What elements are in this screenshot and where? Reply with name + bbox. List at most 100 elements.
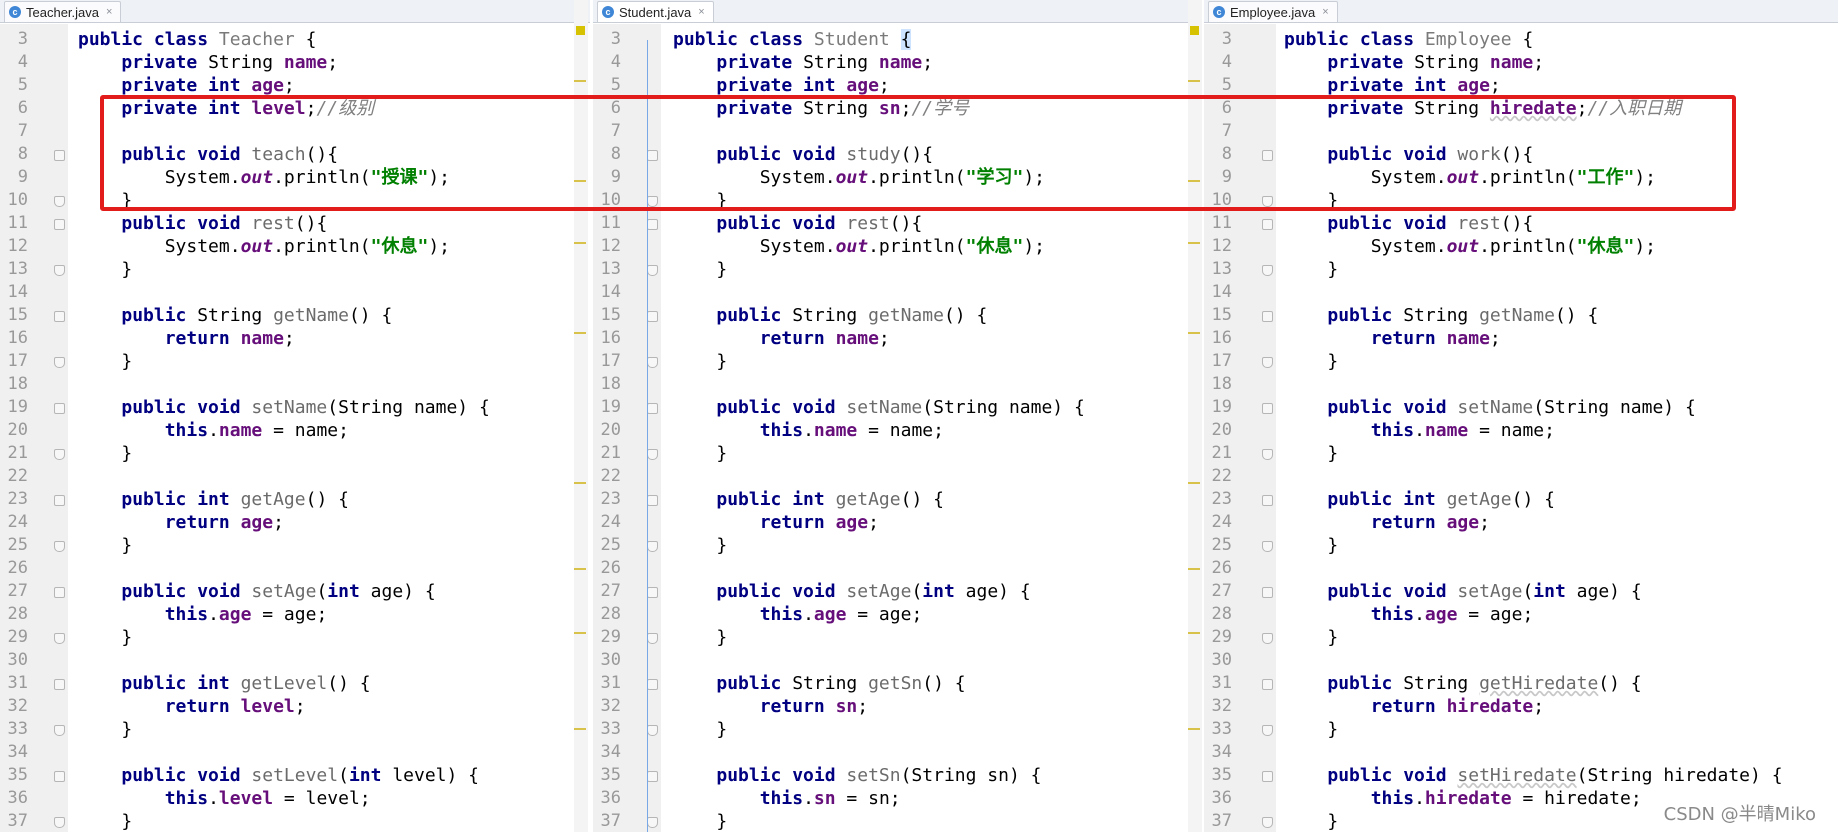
- fold-marker-icon[interactable]: [54, 587, 65, 598]
- line-number: 30: [7, 650, 28, 670]
- code-token: age) {: [965, 581, 1031, 602]
- fold-marker-icon[interactable]: [1262, 541, 1273, 552]
- editor-pane-teacher[interactable]: c Teacher.java × 3 4 5 6 7 8 9 10 11 12 13 14 15 16 17 18 1…: [0, 0, 590, 832]
- stripe-marker[interactable]: [574, 568, 586, 570]
- fold-marker-icon[interactable]: [647, 357, 658, 368]
- fold-marker-icon[interactable]: [647, 449, 658, 460]
- code-line: }: [78, 534, 132, 557]
- code-line: this.age = age;: [673, 603, 923, 626]
- fold-marker-icon[interactable]: [647, 196, 658, 207]
- code-token: return: [759, 696, 836, 717]
- fold-marker-icon[interactable]: [54, 449, 65, 460]
- fold-marker-icon[interactable]: [1262, 150, 1273, 161]
- fold-marker-icon[interactable]: [54, 150, 65, 161]
- tab-employee[interactable]: c Employee.java ×: [1208, 1, 1338, 22]
- fold-marker-icon[interactable]: [1262, 449, 1273, 460]
- code-token: return: [1370, 696, 1447, 717]
- fold-marker-icon[interactable]: [647, 587, 658, 598]
- code-line: System.out.println("休息");: [673, 235, 1045, 258]
- close-icon[interactable]: ×: [1322, 6, 1328, 18]
- code-line: public String getName() {: [673, 304, 987, 327]
- code-token: setSn: [846, 765, 901, 786]
- java-class-icon: c: [9, 6, 21, 18]
- stripe-marker[interactable]: [574, 180, 586, 182]
- fold-marker-icon[interactable]: [647, 265, 658, 276]
- stripe-marker[interactable]: [574, 632, 586, 634]
- code-token: return: [164, 512, 241, 533]
- stripe-marker[interactable]: [1188, 728, 1200, 730]
- code-token: () {: [1511, 489, 1555, 510]
- line-number: 33: [1211, 719, 1232, 739]
- fold-marker-icon[interactable]: [647, 633, 658, 644]
- fold-marker-icon[interactable]: [54, 633, 65, 644]
- editor-pane-employee[interactable]: c Employee.java × 3 4 5 6 7 8 9 10 11 12 13 14 15 16 17 18…: [1204, 0, 1838, 832]
- fold-marker-icon[interactable]: [647, 541, 658, 552]
- fold-marker-icon[interactable]: [1262, 265, 1273, 276]
- tab-teacher[interactable]: c Teacher.java ×: [4, 1, 122, 22]
- fold-marker-icon[interactable]: [647, 219, 658, 230]
- fold-marker-icon[interactable]: [1262, 403, 1273, 414]
- stripe-marker[interactable]: [1188, 80, 1200, 82]
- code-area[interactable]: public class Teacher { private String na…: [78, 24, 590, 832]
- fold-marker-icon[interactable]: [54, 725, 65, 736]
- code-token: public void: [121, 581, 252, 602]
- stripe-marker[interactable]: [574, 482, 586, 484]
- fold-marker-icon[interactable]: [54, 265, 65, 276]
- fold-marker-icon[interactable]: [54, 357, 65, 368]
- line-number: 25: [600, 535, 621, 555]
- fold-marker-icon[interactable]: [1262, 587, 1273, 598]
- fold-marker-icon[interactable]: [647, 679, 658, 690]
- fold-marker-icon[interactable]: [1262, 817, 1273, 828]
- stripe-marker[interactable]: [574, 332, 586, 334]
- fold-marker-icon[interactable]: [647, 771, 658, 782]
- fold-marker-icon[interactable]: [647, 817, 658, 828]
- fold-marker-icon[interactable]: [1262, 633, 1273, 644]
- editor-pane-student[interactable]: c Student.java × 3 4 5 6 7 8 9 10 11 12 13 14 15 16 17 18 1…: [593, 0, 1202, 832]
- stripe-marker[interactable]: [1188, 180, 1200, 182]
- fold-marker-icon[interactable]: [54, 219, 65, 230]
- fold-marker-icon[interactable]: [1262, 196, 1273, 207]
- fold-marker-icon[interactable]: [1262, 219, 1273, 230]
- fold-marker-icon[interactable]: [647, 403, 658, 414]
- stripe-marker[interactable]: [574, 728, 586, 730]
- fold-marker-icon[interactable]: [54, 495, 65, 506]
- stripe-marker[interactable]: [1188, 568, 1200, 570]
- code-area[interactable]: public class Student { private String na…: [673, 24, 1202, 832]
- stripe-marker[interactable]: [1188, 242, 1200, 244]
- code-area[interactable]: public class Employee { private String n…: [1284, 24, 1838, 832]
- fold-marker-icon[interactable]: [54, 817, 65, 828]
- fold-marker-icon[interactable]: [54, 679, 65, 690]
- code-token: return: [164, 696, 241, 717]
- fold-marker-icon[interactable]: [647, 725, 658, 736]
- tab-student[interactable]: c Student.java ×: [597, 1, 714, 22]
- fold-marker-icon[interactable]: [1262, 357, 1273, 368]
- stripe-marker[interactable]: [1188, 332, 1200, 334]
- fold-marker-icon[interactable]: [54, 403, 65, 414]
- status-marker-icon[interactable]: [1190, 26, 1199, 35]
- stripe-marker[interactable]: [574, 242, 586, 244]
- java-class-icon: c: [602, 6, 614, 18]
- fold-marker-icon[interactable]: [647, 311, 658, 322]
- close-icon[interactable]: ×: [106, 6, 112, 18]
- close-icon[interactable]: ×: [698, 6, 704, 18]
- stripe-marker[interactable]: [1188, 632, 1200, 634]
- error-stripe[interactable]: [1188, 0, 1202, 832]
- code-line: System.out.println("工作");: [1284, 166, 1656, 189]
- error-stripe[interactable]: [574, 0, 588, 832]
- fold-marker-icon[interactable]: [1262, 495, 1273, 506]
- fold-marker-icon[interactable]: [1262, 725, 1273, 736]
- fold-marker-icon[interactable]: [54, 771, 65, 782]
- fold-marker-icon[interactable]: [647, 495, 658, 506]
- status-marker-icon[interactable]: [576, 26, 585, 35]
- fold-marker-icon[interactable]: [1262, 679, 1273, 690]
- fold-marker-icon[interactable]: [1262, 311, 1273, 322]
- stripe-marker[interactable]: [1188, 482, 1200, 484]
- line-number: 4: [17, 52, 28, 72]
- stripe-marker[interactable]: [574, 80, 586, 82]
- fold-marker-icon[interactable]: [54, 541, 65, 552]
- fold-marker-icon[interactable]: [647, 150, 658, 161]
- fold-marker-icon[interactable]: [1262, 771, 1273, 782]
- fold-marker-icon[interactable]: [54, 311, 65, 322]
- fold-marker-icon[interactable]: [54, 196, 65, 207]
